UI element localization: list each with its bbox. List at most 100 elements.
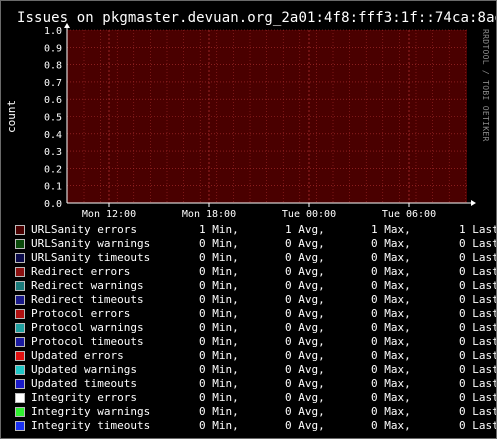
y-tick-label: 0.3 [44, 147, 62, 158]
legend-max: 0 Max, [371, 321, 411, 334]
legend-row: Protocol warnings 0 Min, 0 Avg, 0 Max, 0 Las… [15, 321, 497, 335]
legend-series-name: Redirect timeouts [31, 293, 144, 306]
legend-max: 0 Max, [371, 363, 411, 376]
legend-avg: 0 Avg, [285, 391, 325, 404]
legend-series-name: Integrity warnings [31, 405, 151, 418]
x-axis-arrow [471, 200, 476, 206]
legend-swatch [15, 225, 25, 235]
legend-min: 0 Min, [199, 391, 239, 404]
x-tick-label: Mon 18:00 [182, 209, 236, 220]
legend-last: 0 Last [459, 349, 497, 362]
legend-swatch [15, 295, 25, 305]
legend-swatch [15, 421, 25, 431]
legend-avg: 0 Avg, [285, 335, 325, 348]
legend-avg: 0 Avg, [285, 293, 325, 306]
legend-max: 0 Max, [371, 377, 411, 390]
legend-min: 0 Min, [199, 279, 239, 292]
x-tick-label: Tue 06:00 [382, 209, 436, 220]
legend-swatch [15, 365, 25, 375]
legend-last: 0 Last [459, 237, 497, 250]
legend-row: Integrity warnings 0 Min, 0 Avg, 0 Max, 0 La… [15, 405, 497, 419]
y-tick-label: 0.5 [44, 113, 62, 124]
legend-series-name: Redirect warnings [31, 279, 144, 292]
legend-min: 0 Min, [199, 335, 239, 348]
y-tick-label: 0.4 [44, 130, 62, 141]
legend-series-name: Updated errors [31, 349, 124, 362]
legend-last: 0 Last [459, 363, 497, 376]
legend-row: Integrity errors 0 Min, 0 Avg, 0 Max, 0 Last [15, 391, 496, 405]
y-tick-label: 0.2 [44, 164, 62, 175]
legend-avg: 0 Avg, [285, 349, 325, 362]
legend-min: 0 Min, [199, 265, 239, 278]
legend-last: 0 Last [459, 251, 497, 264]
legend-series-name: Protocol errors [31, 307, 131, 320]
legend-series-name: Updated warnings [31, 363, 137, 376]
legend-min: 0 Min, [199, 419, 239, 432]
legend-max: 0 Max, [371, 391, 411, 404]
legend-avg: 1 Avg, [285, 223, 325, 236]
legend-avg: 0 Avg, [285, 279, 325, 292]
legend-row: Protocol errors 0 Min, 0 Avg, 0 Max, 0 Last [15, 307, 497, 321]
legend-series-name: URLSanity timeouts [31, 251, 151, 264]
legend-swatch [15, 323, 25, 333]
legend-avg: 0 Avg, [285, 251, 325, 264]
graph-frame: Issues on pkgmaster.devuan.org_2a01:4f8:… [0, 0, 497, 439]
legend-row: Integrity timeouts 0 Min, 0 Avg, 0 Max, 0 La… [15, 419, 497, 433]
legend-series-name: Redirect errors [31, 265, 131, 278]
legend-last: 0 Last [459, 293, 497, 306]
legend-swatch [15, 253, 25, 263]
legend-max: 0 Max, [371, 293, 411, 306]
legend-swatch [15, 239, 25, 249]
legend-swatch [15, 281, 25, 291]
y-axis-arrow [64, 23, 70, 28]
legend-max: 0 Max, [371, 335, 411, 348]
legend-avg: 0 Avg, [285, 237, 325, 250]
legend-avg: 0 Avg, [285, 265, 325, 278]
legend-swatch [15, 393, 25, 403]
legend-row: Redirect timeouts 0 Min, 0 Avg, 0 Max, 0 Las… [15, 293, 497, 307]
legend-last: 0 Last [459, 321, 497, 334]
legend-last: 0 Last [459, 419, 497, 432]
legend-max: 0 Max, [371, 251, 411, 264]
legend-series-name: Integrity timeouts [31, 419, 151, 432]
legend-swatch [15, 337, 25, 347]
legend-swatch [15, 379, 25, 389]
legend-row: URLSanity warnings 0 Min, 0 Avg, 0 Max, 0 La… [15, 237, 497, 251]
legend-series-name: Updated timeouts [31, 377, 137, 390]
legend-min: 0 Min, [199, 321, 239, 334]
legend-last: 1 Last [459, 223, 497, 236]
legend-swatch [15, 407, 25, 417]
legend-row: URLSanity errors 1 Min, 1 Avg, 1 Max, 1 Last [15, 223, 497, 237]
legend-max: 0 Max, [371, 419, 411, 432]
legend-max: 0 Max, [371, 279, 411, 292]
legend-last: 0 Last [459, 335, 497, 348]
legend-swatch [15, 351, 25, 361]
legend-min: 0 Min, [199, 293, 239, 306]
legend-row: Updated errors 0 Min, 0 Avg, 0 Max, 0 Last [15, 349, 497, 363]
legend-row: Updated timeouts 0 Min, 0 Avg, 0 Max, 0 Last [15, 377, 497, 391]
legend-swatch [15, 309, 25, 319]
legend-max: 0 Max, [371, 405, 411, 418]
legend-avg: 0 Avg, [285, 405, 325, 418]
legend-row: URLSanity timeouts 0 Min, 0 Avg, 0 Max, 0 La… [15, 251, 497, 265]
legend-series-name: Protocol timeouts [31, 335, 144, 348]
legend-last: 0 Last [459, 307, 497, 320]
x-tick-label: Mon 12:00 [82, 209, 136, 220]
legend-min: 0 Min, [199, 363, 239, 376]
chart-svg: 0.0 0.1 0.2 0.3 0.4 0.5 0.6 0.7 0.8 0.9 1.0 Mon 12:… [44, 23, 476, 220]
y-tick-label: 1.0 [44, 26, 62, 37]
legend-last: 0 Last [459, 405, 497, 418]
legend-row: Redirect warnings 0 Min, 0 Avg, 0 Max, 0 Las… [15, 279, 496, 293]
legend-avg: 0 Avg, [285, 363, 325, 376]
legend-max: 0 Max, [371, 265, 411, 278]
legend-last: 0 Last [459, 377, 497, 390]
legend-avg: 0 Avg, [285, 307, 325, 320]
x-tick-label: Tue 00:00 [282, 209, 336, 220]
legend: URLSanity errors 1 Min, 1 Avg, 1 Max, 1 Last… [15, 223, 497, 433]
y-tick-label: 0.6 [44, 95, 62, 106]
legend-series-name: URLSanity errors [31, 223, 137, 236]
legend-series-name: URLSanity warnings [31, 237, 151, 250]
legend-avg: 0 Avg, [285, 419, 325, 432]
legend-min: 0 Min, [199, 377, 239, 390]
legend-max: 1 Max, [371, 223, 411, 236]
